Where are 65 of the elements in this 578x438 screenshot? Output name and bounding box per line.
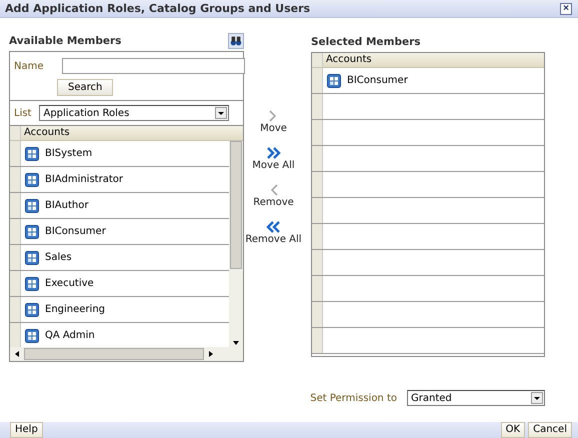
row-header [312, 94, 323, 120]
account-row[interactable]: BISystem [21, 141, 229, 166]
column-header: Accounts [312, 53, 544, 68]
transfer-button[interactable]: Move All [252, 146, 295, 182]
row-header [10, 219, 21, 244]
column-header: Accounts [10, 126, 243, 142]
binoculars-icon[interactable] [228, 33, 244, 50]
scroll-thumb[interactable] [24, 348, 204, 360]
transfer-button[interactable]: Move [260, 109, 287, 144]
row-header [312, 276, 323, 302]
account-row[interactable]: BIAuthor [21, 193, 229, 218]
row-header [312, 172, 323, 198]
row-header [312, 120, 323, 146]
right-arrow-icon [207, 350, 215, 358]
vertical-scrollbar[interactable] [229, 141, 243, 348]
window-title: Add Application Roles, Catalog Groups and Users [5, 2, 310, 16]
cancel-button[interactable]: Cancel [528, 422, 572, 438]
close-button[interactable]: × [560, 2, 572, 15]
left-arrow-icon [13, 350, 21, 358]
account-row[interactable]: BIAdministrator [21, 167, 229, 192]
group-icon [327, 74, 341, 88]
group-icon [25, 198, 39, 213]
row-header [312, 146, 323, 172]
row-header [312, 224, 323, 250]
double-chevron-icon [265, 220, 282, 234]
transfer-button[interactable]: Remove All [245, 220, 302, 256]
section-heading: Available Members [9, 35, 122, 48]
account-row[interactable]: Engineering [21, 297, 229, 322]
row-header [10, 297, 21, 322]
group-icon [25, 224, 39, 239]
list-dropdown[interactable]: Application Roles [39, 105, 230, 122]
field-label: Set Permission to [310, 392, 397, 404]
search-button[interactable]: Search [57, 79, 114, 96]
group-icon [25, 276, 39, 291]
permission-dropdown[interactable]: Granted [407, 390, 545, 406]
account-row[interactable]: QA Admin [21, 323, 229, 348]
name-field[interactable] [62, 58, 245, 74]
help-button[interactable]: Help [10, 422, 43, 438]
group-icon [25, 250, 39, 265]
row-header [312, 328, 323, 354]
account-row[interactable]: Executive [21, 271, 229, 296]
group-icon [25, 172, 39, 187]
field-label: Name [14, 60, 44, 72]
group-icon [25, 302, 39, 317]
group-icon [25, 328, 39, 343]
row-header [10, 193, 21, 218]
scroll-thumb[interactable] [230, 141, 242, 270]
row-header [10, 323, 21, 348]
double-chevron-icon [266, 146, 282, 160]
row-header [10, 271, 21, 296]
account-row[interactable]: BIConsumer [323, 68, 544, 94]
ok-button[interactable]: OK [500, 422, 526, 438]
row-header [312, 198, 323, 224]
transfer-button[interactable]: Remove [253, 183, 294, 218]
field-label: List [14, 108, 32, 119]
row-header [312, 250, 323, 276]
row-header [10, 245, 21, 270]
account-row[interactable]: Sales [21, 245, 229, 270]
horizontal-scrollbar[interactable] [10, 347, 243, 362]
group-icon [25, 146, 39, 161]
down-arrow-icon [232, 339, 240, 348]
row-header [312, 302, 323, 328]
section-heading: Selected Members [311, 36, 421, 48]
row-header [10, 167, 21, 192]
account-row[interactable]: BIConsumer [21, 219, 229, 244]
